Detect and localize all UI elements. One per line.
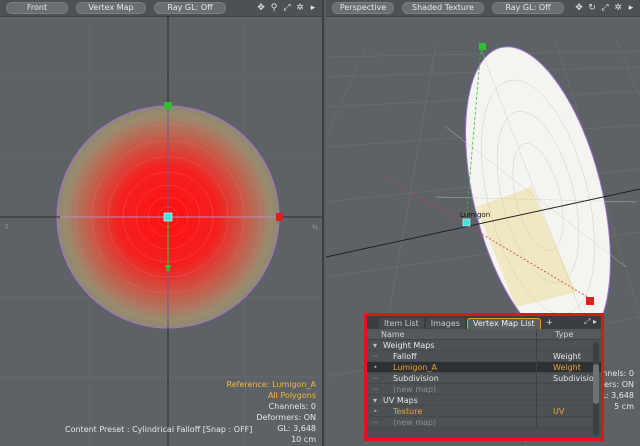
map-name: Falloff xyxy=(393,352,417,361)
map-type: Weight xyxy=(553,352,581,361)
map-type: Subdivision ... xyxy=(553,374,601,383)
tab-vertex-map-list[interactable]: Vertex Map List xyxy=(466,318,541,329)
center-handle[interactable] xyxy=(462,218,471,227)
object-label: Lumigon xyxy=(460,211,490,219)
viewport-tools: ✥ ⚲ ⤢ ✲ ▸ xyxy=(256,2,318,14)
center-handle[interactable] xyxy=(163,212,173,222)
move-icon[interactable]: ✥ xyxy=(256,2,266,14)
new-map-placeholder: (new map) xyxy=(393,385,437,394)
name-column-header[interactable]: Name xyxy=(367,329,537,339)
polygons-label: All Polygons xyxy=(267,391,316,400)
scrollbar[interactable] xyxy=(593,342,599,436)
top-handle[interactable] xyxy=(164,102,172,109)
list-item[interactable]: ▾ Weight Maps xyxy=(367,340,601,351)
scale-label: 10 cm xyxy=(291,435,316,444)
top-handle[interactable] xyxy=(479,43,486,50)
viewport-tools: ✥ ↻ ⤢ ✲ ▸ xyxy=(574,2,636,14)
tab-item-list[interactable]: Item List xyxy=(379,318,424,329)
svg-text:⇆: ⇆ xyxy=(312,223,318,231)
list-item[interactable]: ┈ Falloff Weight xyxy=(367,351,601,362)
zoom-icon[interactable]: ⚲ xyxy=(269,2,279,14)
list-item[interactable]: • Texture UV xyxy=(367,406,601,417)
tab-images[interactable]: Images xyxy=(425,318,465,329)
collapse-icon[interactable]: ▾ xyxy=(373,395,383,405)
viewport-toolbar: Front Vertex Map Ray GL: Off ✥ ⚲ ⤢ ✲ ▸ xyxy=(0,0,322,17)
deformers-label: Deformers: ON xyxy=(256,413,316,422)
list-item[interactable]: ┈ Subdivision Subdivision ... xyxy=(367,373,601,384)
tree-line-icon: ┈ xyxy=(373,352,378,361)
right-handle[interactable] xyxy=(276,213,283,221)
collapse-icon[interactable]: ▾ xyxy=(373,340,383,350)
map-type: UV xyxy=(553,407,565,416)
ray-gl-button[interactable]: Ray GL: Off xyxy=(492,2,564,14)
gear-icon[interactable]: ✲ xyxy=(613,2,623,14)
list-item[interactable]: ┈ (new map) xyxy=(367,417,601,428)
map-name: Subdivision xyxy=(393,374,439,383)
reference-label: Reference: Lumigon_A xyxy=(226,380,316,389)
vertex-map-panel[interactable]: Item List Images Vertex Map List + ⤢ ▸ N… xyxy=(364,313,604,441)
group-label: Weight Maps xyxy=(383,341,435,350)
rotate-icon[interactable]: ↻ xyxy=(587,2,597,14)
content-preset-label: Content Preset : Cylindrical Falloff [Sn… xyxy=(65,425,253,434)
new-map-placeholder: (new map) xyxy=(393,418,437,427)
group-label: UV Maps xyxy=(383,396,418,405)
column-header: Name Type xyxy=(367,329,601,340)
channels-label: Channels: 0 xyxy=(268,402,316,411)
scrollbar-thumb[interactable] xyxy=(593,364,599,404)
tree-line-icon: ┈ xyxy=(373,374,378,383)
bullet-icon: • xyxy=(373,363,378,372)
type-column-header[interactable]: Type xyxy=(537,329,601,339)
arrow-right-icon[interactable]: ▸ xyxy=(308,2,318,14)
front-viewport[interactable]: Front Vertex Map Ray GL: Off ✥ ⚲ ⤢ ✲ ▸ ↕… xyxy=(0,0,324,446)
map-name: Texture xyxy=(393,407,423,416)
add-tab-button[interactable]: + xyxy=(543,318,554,329)
list-item[interactable]: ▾ UV Maps xyxy=(367,395,601,406)
arrow-right-icon[interactable]: ▸ xyxy=(626,2,636,14)
ray-gl-button[interactable]: Ray GL: Off xyxy=(154,2,226,14)
gear-icon[interactable]: ✲ xyxy=(295,2,305,14)
shading-mode-button[interactable]: Vertex Map xyxy=(76,2,146,14)
move-icon[interactable]: ✥ xyxy=(574,2,584,14)
map-type: Weight xyxy=(553,363,581,372)
viewport-toolbar: Perspective Shaded Texture Ray GL: Off ✥… xyxy=(326,0,640,17)
list-item-selected[interactable]: • Lumigon_A Weight xyxy=(367,362,601,373)
fit-icon[interactable]: ⤢ xyxy=(600,2,610,14)
tree-line-icon: ┈ xyxy=(373,418,378,427)
bullet-icon: • xyxy=(373,407,378,416)
svg-text:↕: ↕ xyxy=(4,223,10,231)
map-name: Lumigon_A xyxy=(393,363,437,372)
fit-icon[interactable]: ⤢ xyxy=(282,2,292,14)
expand-icon[interactable]: ⤢ ▸ xyxy=(584,317,597,327)
view-type-button[interactable]: Perspective xyxy=(332,2,394,14)
shading-mode-button[interactable]: Shaded Texture xyxy=(402,2,484,14)
list-item[interactable]: ┈ (new map) xyxy=(367,384,601,395)
viewport-info: Reference: Lumigon_A All Polygons Channe… xyxy=(227,379,316,445)
red-handle[interactable] xyxy=(586,297,594,305)
panel-tabs: Item List Images Vertex Map List + xyxy=(367,316,601,329)
tree-line-icon: ┈ xyxy=(373,385,378,394)
view-type-button[interactable]: Front xyxy=(6,2,68,14)
